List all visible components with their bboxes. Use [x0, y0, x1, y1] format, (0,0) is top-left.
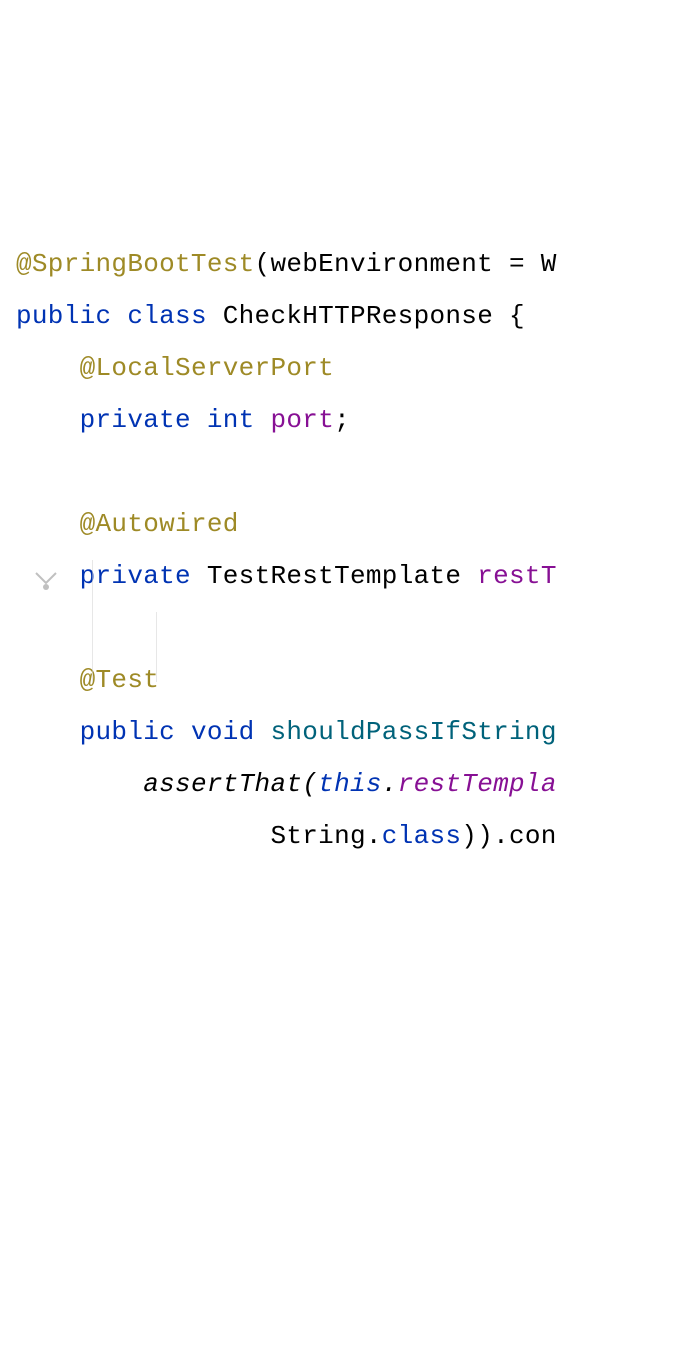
- override-gutter-icon[interactable]: [0, 510, 28, 550]
- punct: )).con: [461, 821, 556, 851]
- line-8: public void shouldPassIfString: [16, 717, 557, 747]
- keyword: public: [16, 301, 111, 331]
- line-1: @SpringBootTest(webEnvironment = W: [16, 249, 557, 279]
- line-4: private int port;: [16, 405, 350, 435]
- field: restT: [477, 561, 557, 591]
- line-9: assertThat(this.restTempla: [16, 769, 557, 799]
- annotation: @Autowired: [80, 509, 239, 539]
- code-editor[interactable]: @SpringBootTest(webEnvironment = W publi…: [16, 238, 680, 862]
- keyword: int: [207, 405, 255, 435]
- keyword: private: [80, 405, 191, 435]
- keyword: class: [382, 821, 462, 851]
- keyword: private: [80, 561, 191, 591]
- punct: .: [382, 769, 398, 799]
- line-3: @LocalServerPort: [16, 353, 334, 383]
- line-2: public class CheckHTTPResponse {: [16, 301, 525, 331]
- type: TestRestTemplate: [207, 561, 461, 591]
- keyword: this: [318, 769, 382, 799]
- class-name: CheckHTTPResponse {: [223, 301, 525, 331]
- keyword: public: [80, 717, 175, 747]
- code-text: (webEnvironment = W: [255, 249, 557, 279]
- line-6: private TestRestTemplate restT: [16, 561, 557, 591]
- punct: .: [366, 821, 382, 851]
- type: String: [270, 821, 365, 851]
- punct: (: [302, 769, 318, 799]
- line-5: @Autowired: [16, 509, 239, 539]
- punct: ;: [334, 405, 350, 435]
- keyword: class: [127, 301, 207, 331]
- annotation: @LocalServerPort: [80, 353, 334, 383]
- field: restTempla: [398, 769, 557, 799]
- method: shouldPassIfString: [270, 717, 556, 747]
- indent-guide: [156, 612, 157, 682]
- indent-guide: [92, 560, 93, 682]
- method-call: assertThat: [143, 769, 302, 799]
- annotation: @SpringBootTest: [16, 249, 255, 279]
- line-10: String.class)).con: [16, 821, 557, 851]
- field: port: [270, 405, 334, 435]
- keyword: void: [191, 717, 255, 747]
- line-7: @Test: [16, 665, 159, 695]
